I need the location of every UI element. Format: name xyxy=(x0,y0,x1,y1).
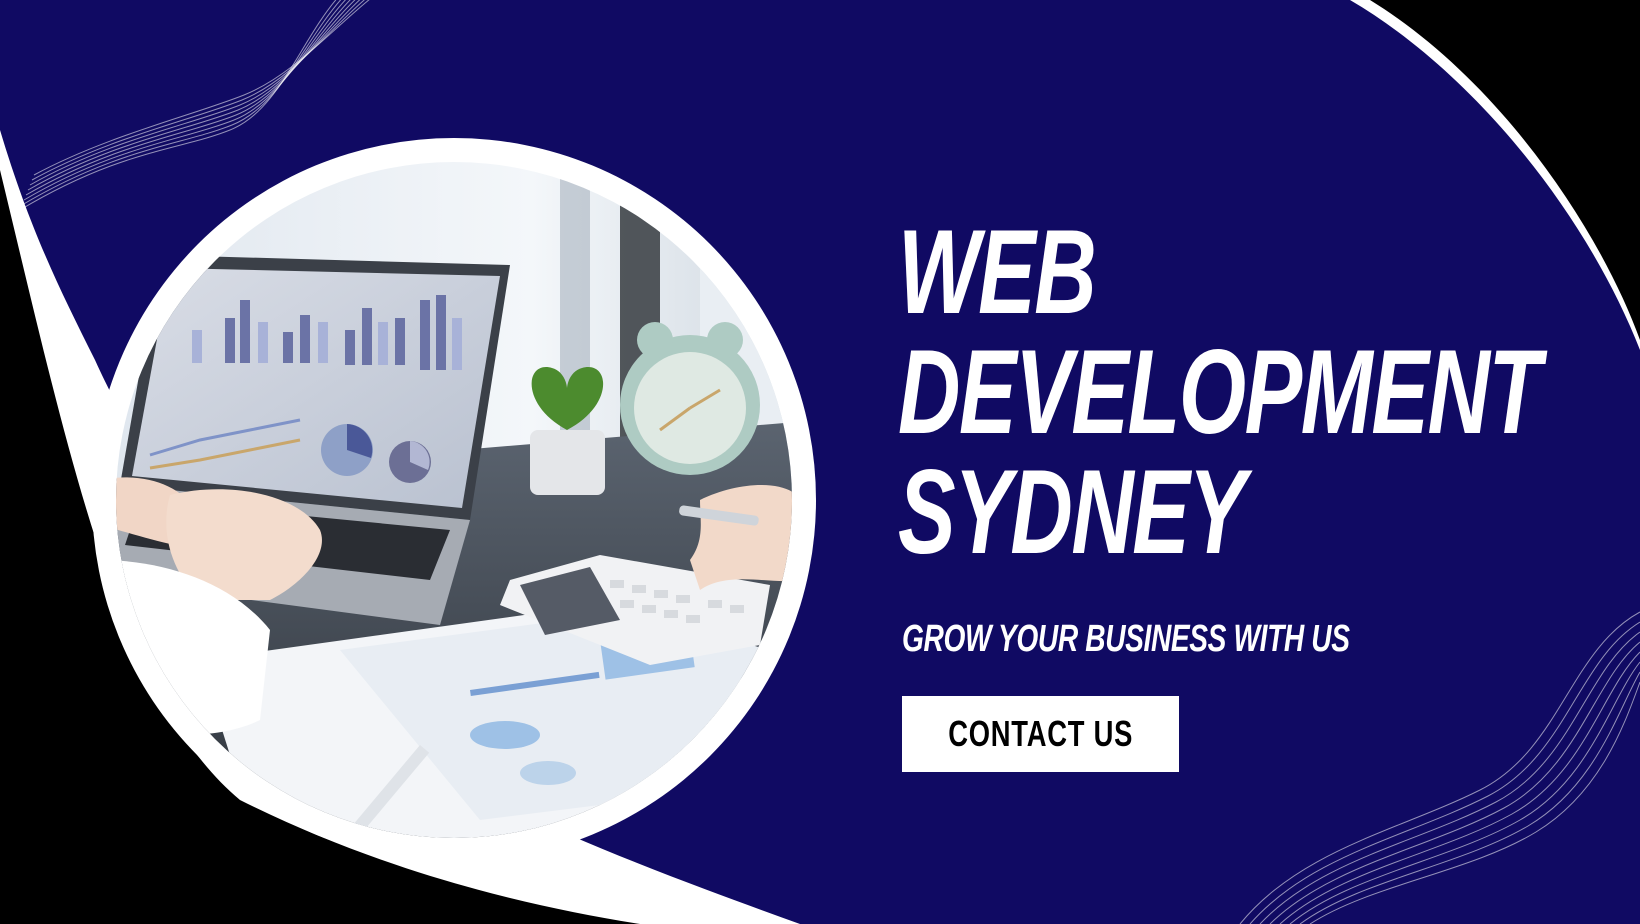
headline: WEB DEVELOPMENT SYDNEY xyxy=(898,212,1640,572)
tagline: GROW YOUR BUSINESS WITH US xyxy=(902,618,1350,660)
headline-line-2: DEVELOPMENT xyxy=(898,325,1541,459)
contact-us-label: CONTACT US xyxy=(948,713,1133,754)
hero-banner: WEB DEVELOPMENT SYDNEY GROW YOUR BUSINES… xyxy=(0,0,1640,924)
headline-line-1: WEB xyxy=(898,205,1097,339)
contact-us-button[interactable]: CONTACT US xyxy=(902,696,1179,772)
headline-line-3: SYDNEY xyxy=(898,445,1246,579)
